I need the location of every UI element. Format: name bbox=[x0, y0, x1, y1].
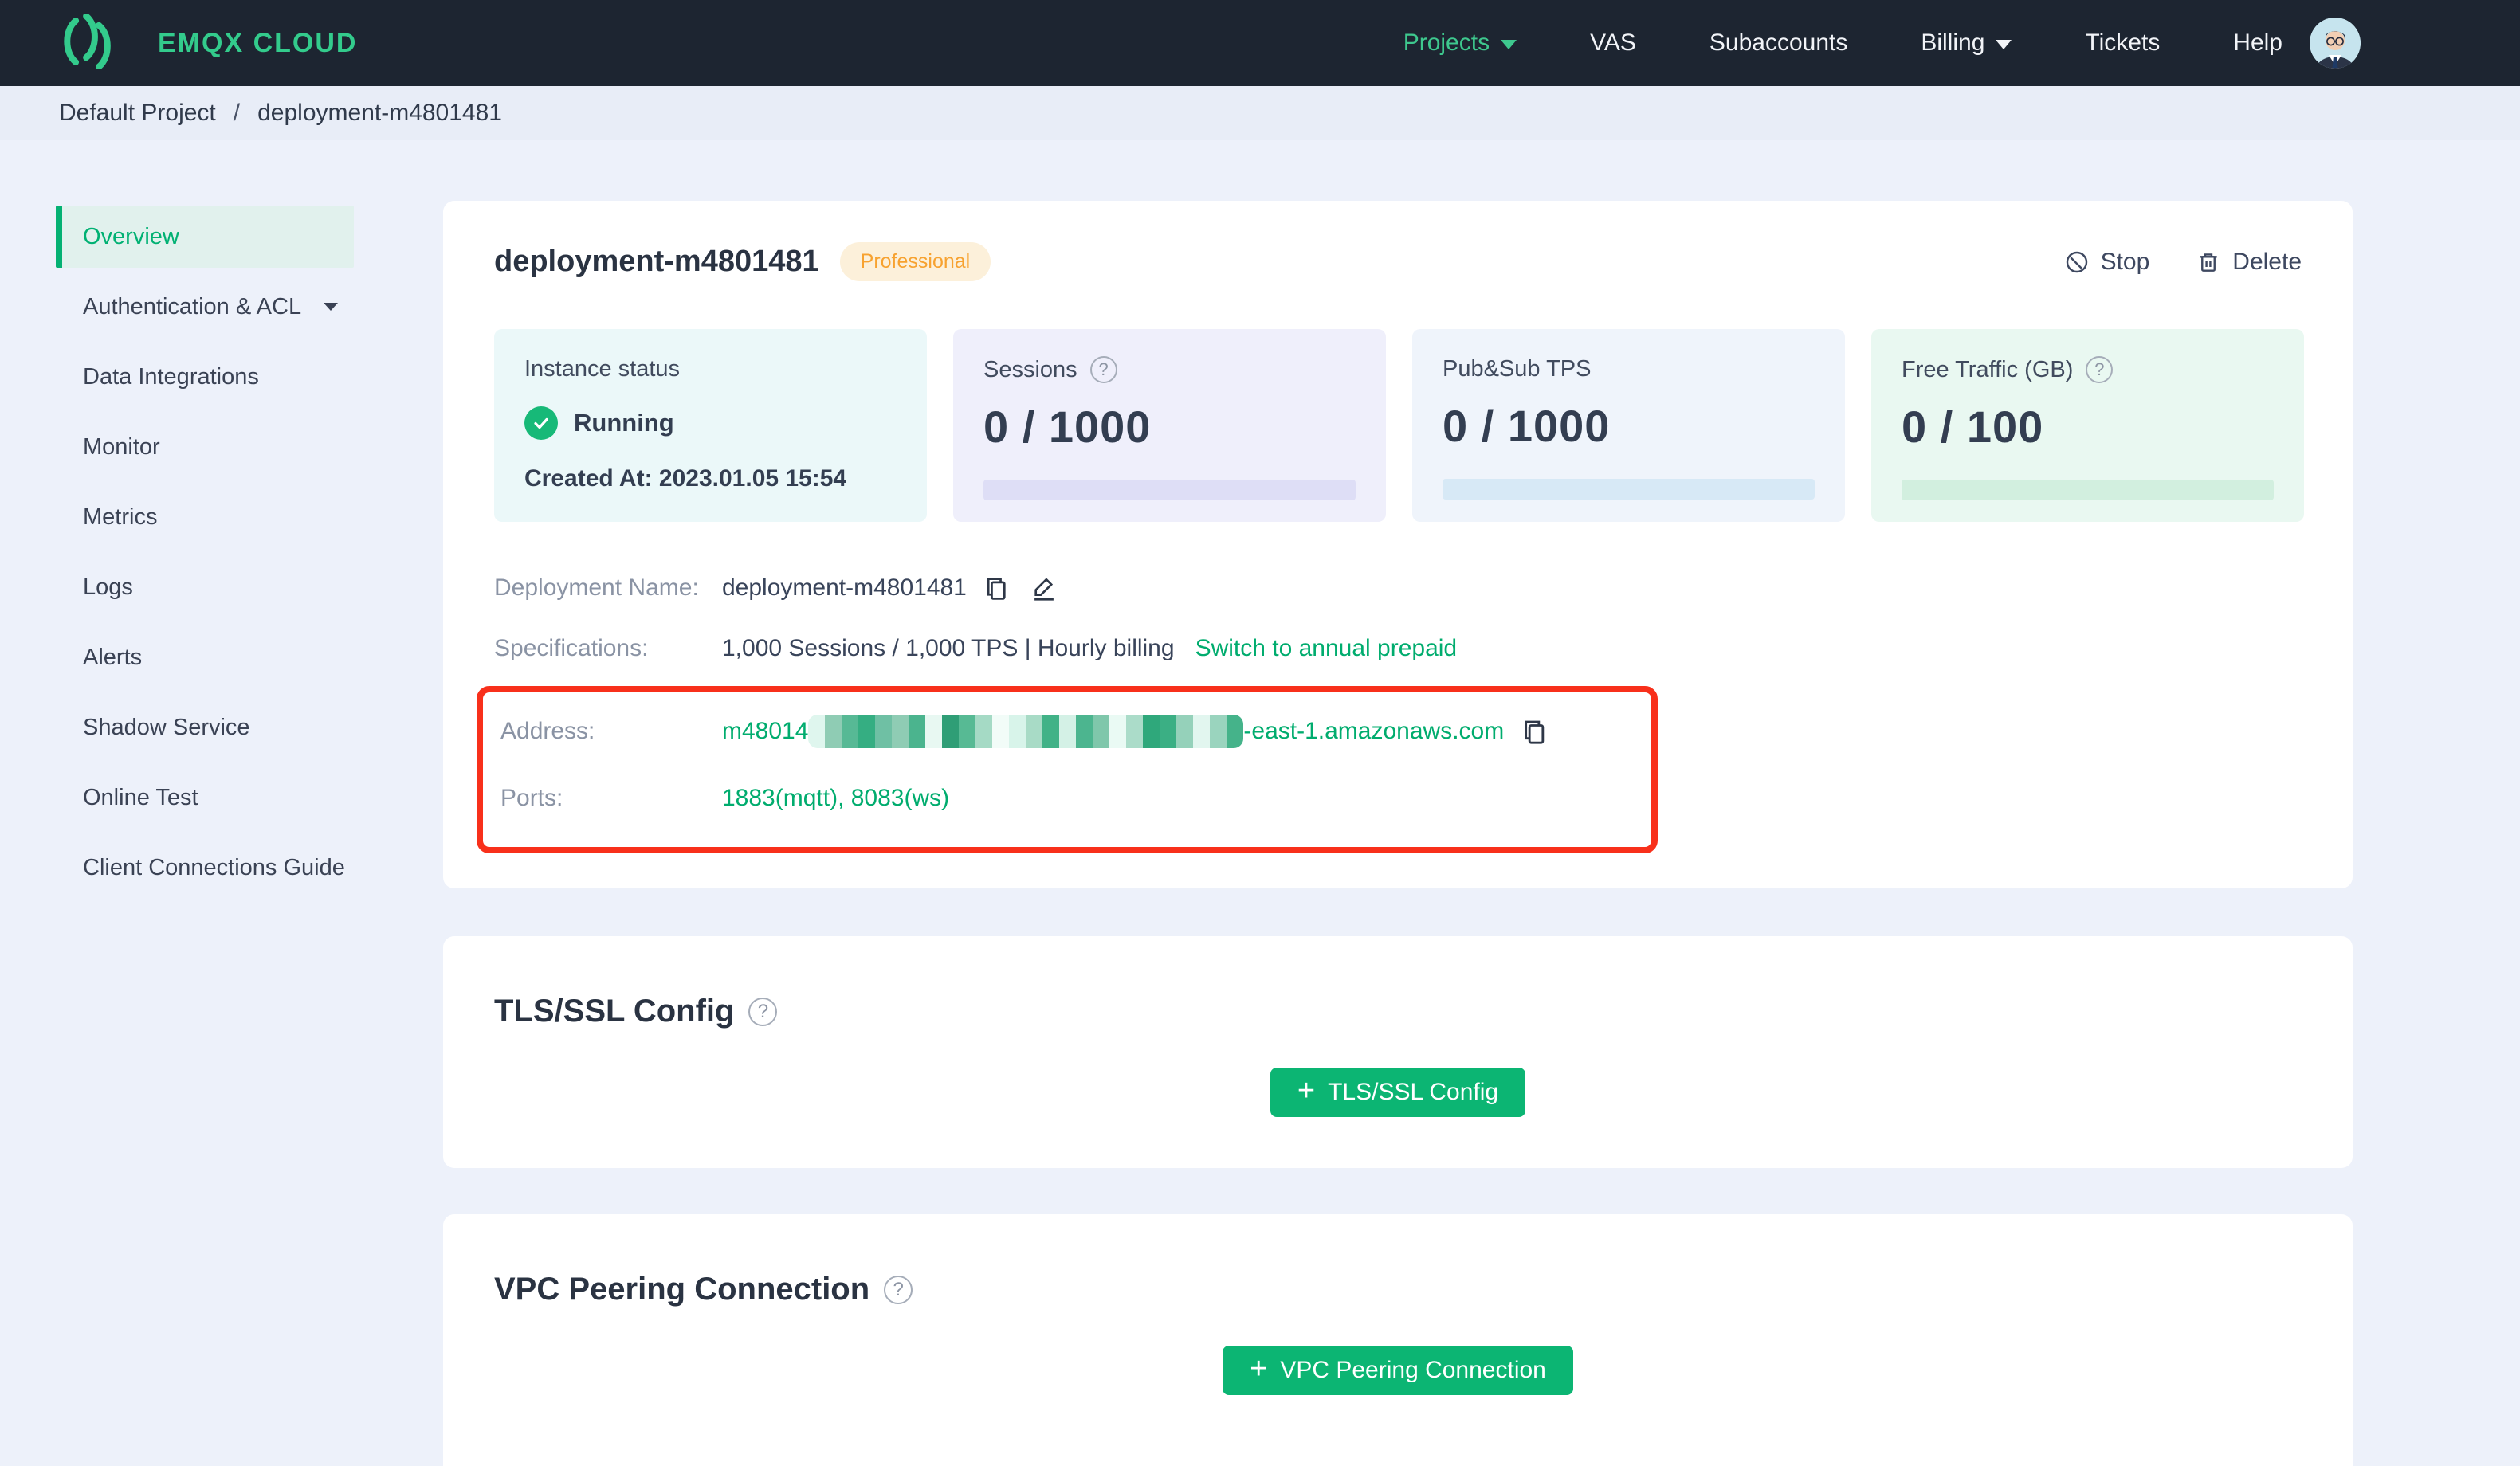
address-label: Address: bbox=[500, 718, 595, 744]
stats-row: Instance status Running Created At: 2023… bbox=[494, 329, 2304, 522]
ports-value: 1883(mqtt), 8083(ws) bbox=[722, 785, 950, 811]
free-traffic-card: Free Traffic (GB) ? 0 / 100 bbox=[1871, 329, 2304, 522]
breadcrumb-project[interactable]: Default Project bbox=[59, 100, 216, 127]
sidebar-item-logs[interactable]: Logs bbox=[56, 556, 354, 618]
nav-item-tickets[interactable]: Tickets bbox=[2085, 29, 2160, 57]
pubsub-tps-label: Pub&Sub TPS bbox=[1443, 356, 1592, 382]
free-traffic-value: 0 / 100 bbox=[1902, 402, 2044, 452]
emqx-logo-icon bbox=[57, 12, 140, 73]
sidebar-item-metrics[interactable]: Metrics bbox=[56, 486, 354, 548]
plus-icon: + bbox=[1250, 1352, 1268, 1386]
brand-name: EMQX CLOUD bbox=[158, 27, 358, 58]
add-tls-ssl-config-button[interactable]: + TLS/SSL Config bbox=[1270, 1068, 1526, 1117]
delete-button[interactable]: Delete bbox=[2196, 249, 2302, 276]
help-icon[interactable]: ? bbox=[1089, 356, 1117, 383]
nav-item-subaccounts[interactable]: Subaccounts bbox=[1709, 29, 1847, 57]
sidebar: Overview Authentication & ACL Data Integ… bbox=[0, 140, 443, 1466]
add-vpc-peering-button[interactable]: + VPC Peering Connection bbox=[1223, 1346, 1573, 1395]
address-prefix: m48014 bbox=[722, 718, 809, 744]
tls-ssl-config-card: TLS/SSL Config ? + TLS/SSL Config bbox=[443, 936, 2353, 1168]
sidebar-item-shadow-service[interactable]: Shadow Service bbox=[56, 696, 354, 758]
instance-status-label: Instance status bbox=[524, 356, 681, 382]
ports-label: Ports: bbox=[500, 785, 563, 811]
copy-icon[interactable] bbox=[1518, 715, 1550, 747]
address-annotation-box: Address: m48014 -east-1.amazonaws.com Po… bbox=[477, 686, 1658, 853]
nav-item-vas[interactable]: VAS bbox=[1590, 29, 1636, 57]
nav-menu: Projects VAS Subaccounts Billing Tickets… bbox=[1403, 29, 2283, 57]
sidebar-item-authentication-acl[interactable]: Authentication & ACL bbox=[56, 276, 354, 338]
stop-button[interactable]: Stop bbox=[2064, 249, 2149, 276]
sidebar-item-overview[interactable]: Overview bbox=[56, 206, 354, 268]
sessions-progress-bar bbox=[983, 480, 1356, 500]
nav-item-projects[interactable]: Projects bbox=[1403, 29, 1517, 57]
nav-item-help[interactable]: Help bbox=[2233, 29, 2283, 57]
pubsub-tps-value: 0 / 1000 bbox=[1443, 401, 1611, 451]
breadcrumb-separator: / bbox=[233, 100, 241, 126]
breadcrumb: Default Project / deployment-m4801481 bbox=[0, 86, 2520, 140]
deployment-overview-card: deployment-m4801481 Professional Stop De… bbox=[443, 201, 2353, 888]
edit-icon[interactable] bbox=[1029, 573, 1059, 603]
pubsub-tps-card: Pub&Sub TPS 0 / 1000 bbox=[1412, 329, 1845, 522]
sidebar-item-alerts[interactable]: Alerts bbox=[56, 626, 354, 688]
address-row: Address: m48014 -east-1.amazonaws.com bbox=[500, 715, 1632, 748]
help-icon[interactable]: ? bbox=[884, 1275, 913, 1304]
specifications-label: Specifications: bbox=[494, 635, 649, 661]
deployment-name-label: Deployment Name: bbox=[494, 574, 699, 601]
switch-annual-prepaid-link[interactable]: Switch to annual prepaid bbox=[1195, 635, 1458, 662]
vpc-peering-card: VPC Peering Connection ? + VPC Peering C… bbox=[443, 1214, 2353, 1466]
specifications-row: Specifications: 1,000 Sessions / 1,000 T… bbox=[494, 635, 2302, 662]
instance-status-card: Instance status Running Created At: 2023… bbox=[494, 329, 927, 522]
check-circle-icon bbox=[524, 406, 558, 440]
ports-row: Ports: 1883(mqtt), 8083(ws) bbox=[500, 785, 1632, 812]
stop-icon bbox=[2066, 251, 2087, 272]
deployment-title: deployment-m4801481 bbox=[494, 245, 819, 278]
deployment-name-value: deployment-m4801481 bbox=[722, 574, 967, 601]
top-nav: EMQX CLOUD Projects VAS Subaccounts Bill… bbox=[0, 0, 2520, 86]
breadcrumb-deployment: deployment-m4801481 bbox=[257, 100, 502, 126]
specifications-value: 1,000 Sessions / 1,000 TPS | Hourly bill… bbox=[722, 635, 1175, 661]
help-icon[interactable]: ? bbox=[748, 997, 778, 1026]
plus-icon: + bbox=[1297, 1074, 1316, 1107]
copy-icon[interactable] bbox=[981, 573, 1011, 603]
nav-item-billing[interactable]: Billing bbox=[1921, 29, 2012, 57]
sidebar-item-client-connections-guide[interactable]: Client Connections Guide bbox=[56, 837, 354, 899]
vpc-peering-title: VPC Peering Connection bbox=[494, 1272, 870, 1307]
created-at: Created At: 2023.01.05 15:54 bbox=[524, 465, 847, 492]
trash-icon bbox=[2200, 253, 2217, 272]
tls-ssl-config-title: TLS/SSL Config bbox=[494, 994, 735, 1029]
sessions-card: Sessions ? 0 / 1000 bbox=[953, 329, 1386, 522]
deployment-name-row: Deployment Name: deployment-m4801481 bbox=[494, 573, 2302, 603]
sessions-value: 0 / 1000 bbox=[983, 402, 1152, 452]
chevron-down-icon bbox=[1501, 40, 1517, 49]
pubsub-tps-progress-bar bbox=[1443, 479, 1815, 500]
free-traffic-label: Free Traffic (GB) bbox=[1902, 356, 2074, 382]
help-icon[interactable]: ? bbox=[2086, 356, 2114, 383]
sessions-label: Sessions bbox=[983, 356, 1077, 382]
user-avatar[interactable] bbox=[2310, 18, 2361, 69]
sidebar-item-data-integrations[interactable]: Data Integrations bbox=[56, 346, 354, 408]
brand[interactable]: EMQX CLOUD bbox=[57, 12, 358, 73]
sidebar-item-monitor[interactable]: Monitor bbox=[56, 416, 354, 478]
address-redacted-blur bbox=[808, 715, 1244, 748]
plan-badge: Professional bbox=[839, 242, 991, 281]
chevron-down-icon bbox=[324, 303, 338, 311]
chevron-down-icon bbox=[1996, 40, 2012, 49]
sidebar-item-online-test[interactable]: Online Test bbox=[56, 766, 354, 829]
status-badge: Running bbox=[574, 409, 674, 437]
free-traffic-progress-bar bbox=[1902, 480, 2274, 500]
address-suffix: -east-1.amazonaws.com bbox=[1243, 718, 1505, 744]
main-content: deployment-m4801481 Professional Stop De… bbox=[443, 140, 2353, 1466]
